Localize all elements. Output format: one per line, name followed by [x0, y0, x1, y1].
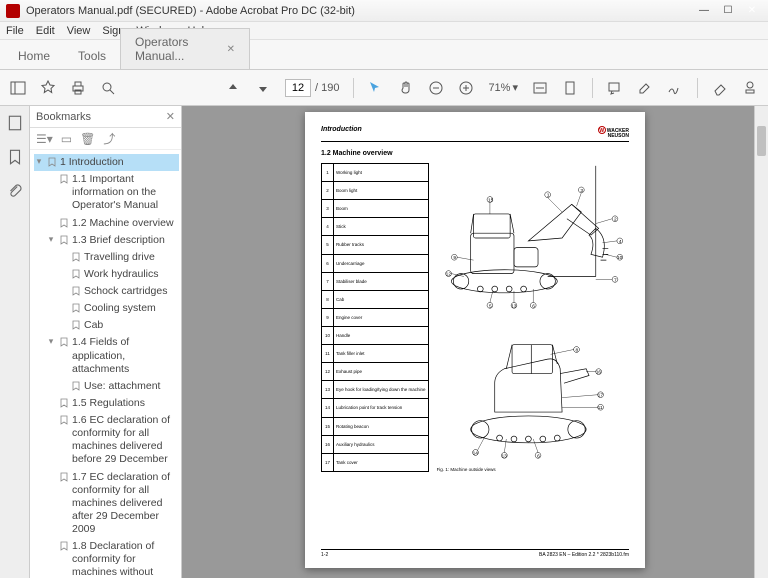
app-icon	[6, 4, 20, 18]
tab-close-icon[interactable]: ✕	[227, 44, 235, 55]
bookmark-item[interactable]: Schock cartridges	[34, 283, 179, 300]
tab-document[interactable]: Operators Manual... ✕	[120, 28, 250, 69]
side-rail	[0, 106, 30, 578]
svg-text:5: 5	[489, 303, 492, 309]
svg-text:4: 4	[618, 239, 621, 245]
svg-text:14: 14	[472, 450, 478, 456]
menu-view[interactable]: View	[67, 25, 91, 37]
select-arrow-icon[interactable]	[368, 80, 384, 96]
highlight-icon[interactable]	[637, 80, 653, 96]
print-icon[interactable]	[70, 80, 86, 96]
bookmark-item[interactable]: 1.5 Regulations	[34, 395, 179, 412]
window-controls: — ☐ ✕	[694, 4, 762, 18]
bookmarks-options-icon[interactable]: ☰▾	[36, 132, 53, 146]
bookmarks-close-icon[interactable]: ✕	[166, 110, 175, 123]
parts-table: 1Working light2Boom light3Boom4Stick5Rub…	[321, 163, 429, 472]
bookmark-item[interactable]: Work hydraulics	[34, 266, 179, 283]
svg-text:11: 11	[597, 405, 602, 411]
scrollbar-thumb[interactable]	[757, 126, 766, 156]
tab-bar: Home Tools Operators Manual... ✕	[0, 40, 768, 70]
bookmark-item[interactable]: 1.7 EC declaration of conformity for all…	[34, 469, 179, 539]
page-heading: 1.2 Machine overview	[321, 150, 629, 157]
menu-file[interactable]: File	[6, 25, 24, 37]
zoom-dropdown[interactable]: 71%▾	[488, 81, 518, 94]
svg-text:1: 1	[546, 193, 549, 199]
zoom-out-icon[interactable]	[428, 80, 444, 96]
svg-text:8: 8	[575, 347, 578, 353]
page-down-icon[interactable]	[255, 80, 271, 96]
svg-text:6: 6	[532, 303, 535, 309]
bookmarks-header: Bookmarks ✕	[30, 106, 181, 128]
fit-width-icon[interactable]	[532, 80, 548, 96]
bookmark-item[interactable]: Travelling drive	[34, 249, 179, 266]
svg-text:17: 17	[597, 393, 603, 399]
figure-caption: Fig. 1: Machine outside views	[437, 467, 629, 472]
document-canvas[interactable]: Introduction WWACKERNEUSON 1.2 Machine o…	[182, 106, 768, 578]
page-up-icon[interactable]	[225, 80, 241, 96]
close-button[interactable]: ✕	[742, 4, 762, 18]
bookmarks-panel: Bookmarks ✕ ☰▾ ▭ 🗑 ⤴ ▾1 Introduction1.1 …	[30, 106, 182, 578]
bookmark-delete-icon[interactable]: 🗑	[80, 132, 95, 146]
bookmarks-tree[interactable]: ▾1 Introduction1.1 Important information…	[30, 150, 181, 578]
bookmark-item[interactable]: ▾1.3 Brief description	[34, 232, 179, 249]
bookmarks-icon[interactable]	[6, 148, 24, 166]
star-icon[interactable]	[40, 80, 56, 96]
figure-side-view: 15 1 3 2 4 10 7 9 12 5 13	[437, 163, 629, 313]
attachments-icon[interactable]	[6, 182, 24, 200]
bookmark-item[interactable]: 1.6 EC declaration of conformity for all…	[34, 412, 179, 469]
bookmarks-tools: ☰▾ ▭ 🗑 ⤴	[30, 128, 181, 150]
menubar: File Edit View Sign Window Help	[0, 22, 768, 40]
svg-text:7: 7	[614, 277, 617, 283]
svg-text:3: 3	[580, 188, 583, 194]
page-indicator: / 190	[285, 79, 339, 97]
bookmark-find-icon[interactable]: ⤴	[103, 130, 115, 147]
svg-text:16: 16	[595, 370, 601, 376]
hand-icon[interactable]	[398, 80, 414, 96]
figure-rear-view: 8 16 17 11 14 13 6	[437, 313, 629, 463]
bookmark-item[interactable]: ▾1 Introduction	[34, 154, 179, 171]
bookmark-item[interactable]: 1.2 Machine overview	[34, 215, 179, 232]
bookmark-item[interactable]: Cooling system	[34, 300, 179, 317]
sidebar-toggle-icon[interactable]	[10, 80, 26, 96]
section-heading: Introduction	[321, 126, 362, 133]
annotate-icon[interactable]	[607, 80, 623, 96]
vertical-scrollbar[interactable]	[754, 106, 768, 578]
page-total: / 190	[315, 82, 339, 94]
maximize-button[interactable]: ☐	[718, 4, 738, 18]
page-footer: 1-2 BA 2823 EN – Edition 2.2 * 2823b110.…	[321, 549, 629, 558]
minimize-button[interactable]: —	[694, 4, 714, 18]
menu-edit[interactable]: Edit	[36, 25, 55, 37]
svg-text:10: 10	[616, 255, 622, 261]
pdf-page: Introduction WWACKERNEUSON 1.2 Machine o…	[305, 112, 645, 568]
tab-document-label: Operators Manual...	[135, 35, 221, 63]
brand-logo: WWACKERNEUSON	[598, 126, 629, 139]
svg-text:13: 13	[501, 453, 507, 459]
bookmark-new-icon[interactable]: ▭	[61, 132, 72, 146]
svg-text:2: 2	[614, 217, 617, 223]
bookmark-item[interactable]: ▾1.4 Fields of application, attachments	[34, 334, 179, 377]
stamp-icon[interactable]	[742, 80, 758, 96]
svg-text:6: 6	[537, 453, 540, 459]
erase-icon[interactable]	[712, 80, 728, 96]
svg-text:9: 9	[453, 255, 456, 261]
tab-tools[interactable]: Tools	[64, 43, 120, 69]
page-input[interactable]	[285, 79, 311, 97]
svg-text:12: 12	[445, 272, 451, 278]
bookmark-item[interactable]: Use: attachment	[34, 378, 179, 395]
workspace: Bookmarks ✕ ☰▾ ▭ 🗑 ⤴ ▾1 Introduction1.1 …	[0, 106, 768, 578]
bookmark-item[interactable]: 1.1 Important information on the Operato…	[34, 171, 179, 214]
bookmark-item[interactable]: Cab	[34, 317, 179, 334]
svg-text:15: 15	[488, 197, 494, 203]
bookmark-item[interactable]: 1.8 Declaration of conformity for machin…	[34, 538, 179, 578]
thumbnails-icon[interactable]	[6, 114, 24, 132]
tab-home[interactable]: Home	[4, 43, 64, 69]
zoom-in-icon[interactable]	[458, 80, 474, 96]
titlebar: Operators Manual.pdf (SECURED) - Adobe A…	[0, 0, 768, 22]
search-icon[interactable]	[100, 80, 116, 96]
window-title: Operators Manual.pdf (SECURED) - Adobe A…	[26, 5, 355, 17]
sign-icon[interactable]	[667, 80, 683, 96]
toolbar: / 190 71%▾	[0, 70, 768, 106]
svg-text:13: 13	[511, 303, 517, 309]
fit-page-icon[interactable]	[562, 80, 578, 96]
